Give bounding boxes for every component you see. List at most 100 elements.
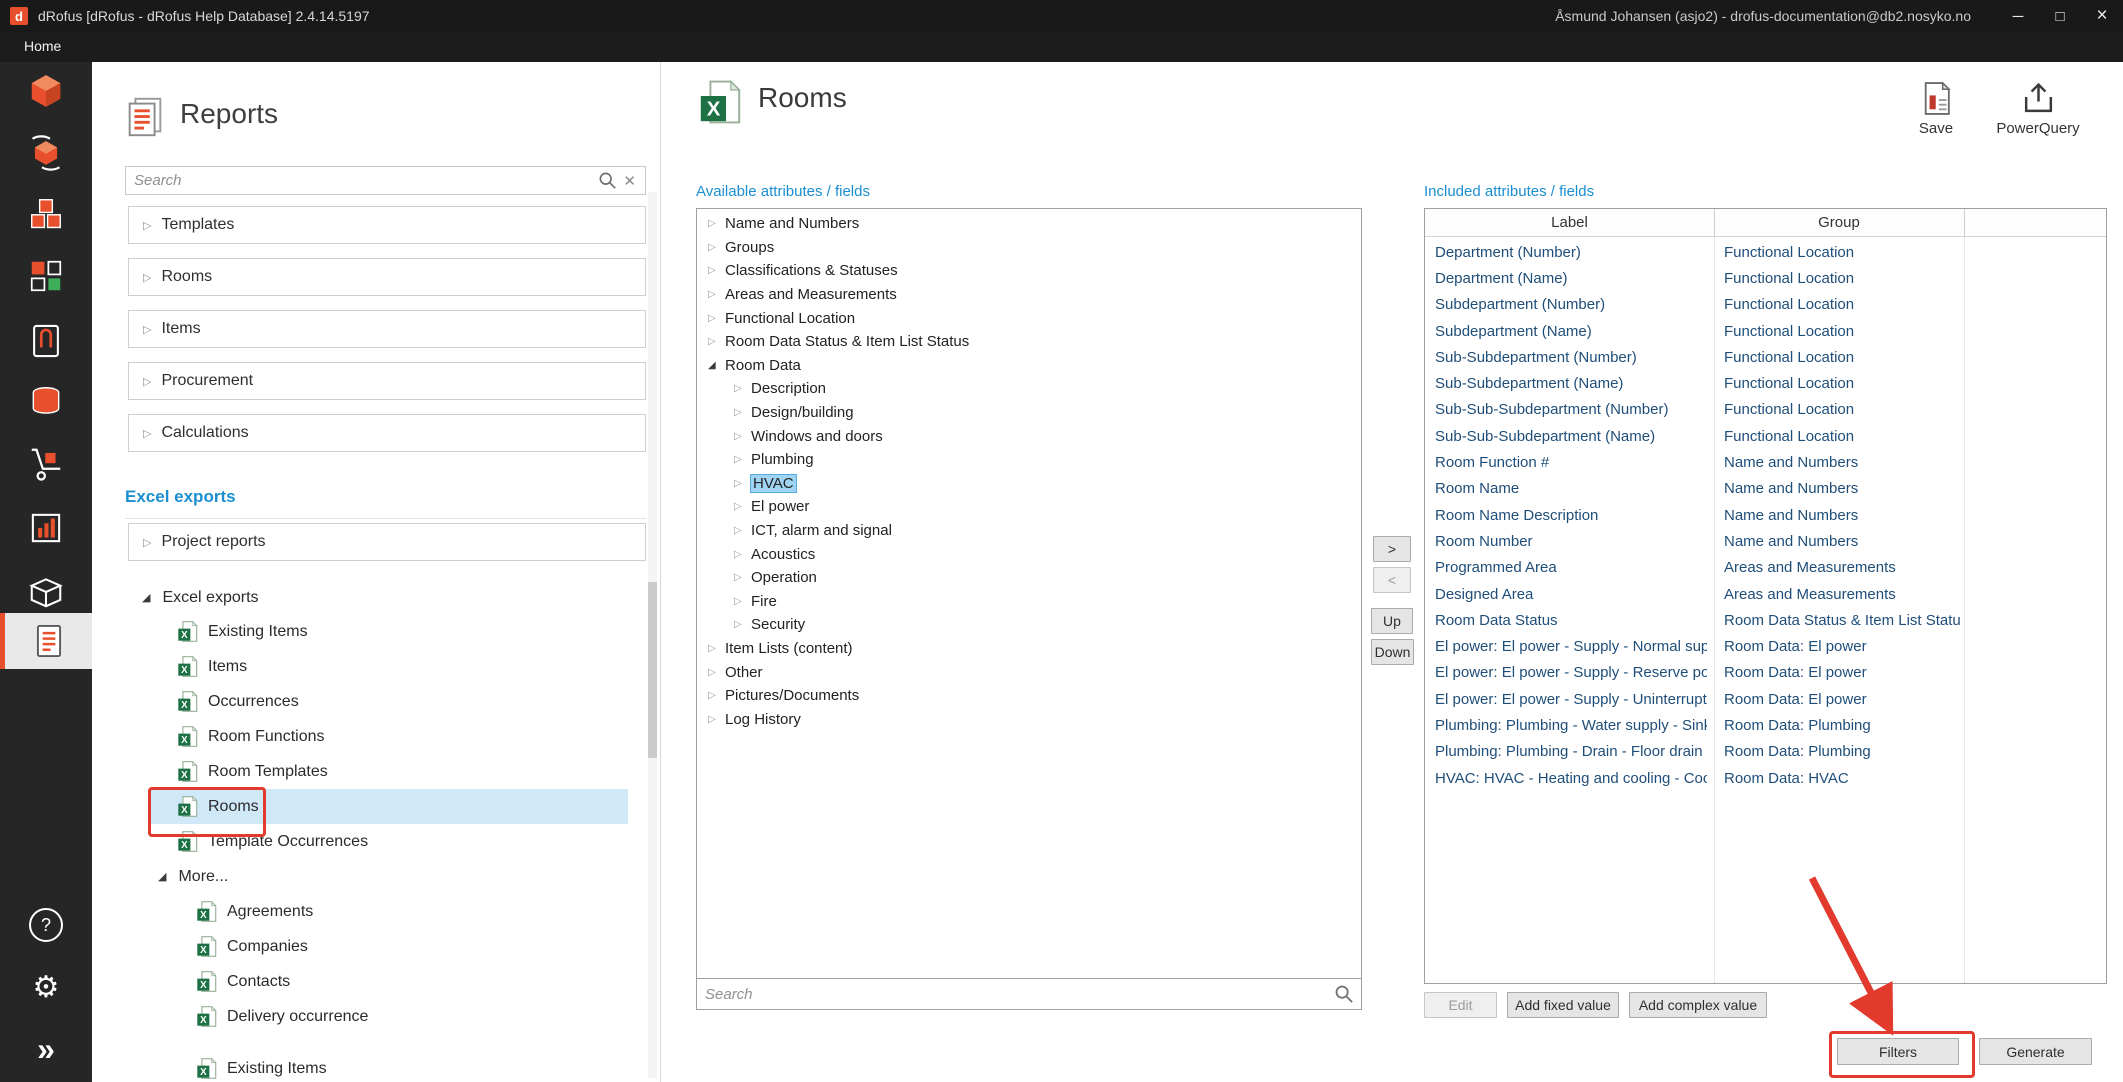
scrollbar-thumb[interactable] xyxy=(648,582,657,758)
included-attribute-row[interactable]: Department (Number)Functional Location xyxy=(1425,239,2106,265)
cube-icon[interactable] xyxy=(0,65,92,117)
add-attribute-button[interactable]: > xyxy=(1373,536,1411,562)
included-attribute-row[interactable]: Sub-Sub-Subdepartment (Number)Functional… xyxy=(1425,397,2106,423)
included-attribute-row[interactable]: El power: El power - Supply - Normal sup… xyxy=(1425,633,2106,659)
filters-button[interactable]: Filters xyxy=(1837,1038,1959,1065)
included-attribute-row[interactable]: El power: El power - Supply - Uninterrup… xyxy=(1425,686,2106,712)
included-attribute-row[interactable]: Sub-Subdepartment (Number)Functional Loc… xyxy=(1425,344,2106,370)
section-procurement[interactable]: ▷Procurement xyxy=(128,362,646,400)
collapse-triangle-icon[interactable]: ▷ xyxy=(734,407,751,418)
move-down-button[interactable]: Down xyxy=(1371,639,1414,665)
expand-triangle-icon[interactable]: ◢ xyxy=(158,870,166,883)
collapse-triangle-icon[interactable]: ▷ xyxy=(734,431,751,442)
export-item-existing-items[interactable]: XExisting Items xyxy=(169,1051,609,1082)
minimize-icon[interactable]: ─ xyxy=(1997,0,2039,32)
collapse-triangle-icon[interactable]: ▷ xyxy=(734,501,751,512)
attachment-icon[interactable] xyxy=(0,315,92,367)
export-item-existing-items[interactable]: XExisting Items xyxy=(150,614,628,649)
export-item-items[interactable]: XItems xyxy=(150,649,628,684)
clear-search-icon[interactable]: ✕ xyxy=(623,172,636,190)
move-up-button[interactable]: Up xyxy=(1371,608,1413,634)
collapse-triangle-icon[interactable]: ▷ xyxy=(708,690,725,701)
expand-triangle-icon[interactable]: ◢ xyxy=(142,591,150,604)
included-attribute-row[interactable]: HVAC: HVAC - Heating and cooling - CooRo… xyxy=(1425,765,2106,791)
report-document-icon[interactable] xyxy=(0,613,92,669)
attribute-node-acoustics[interactable]: ▷Acoustics xyxy=(697,542,1361,566)
collapse-triangle-icon[interactable]: ▷ xyxy=(734,596,751,607)
column-header-label[interactable]: Label xyxy=(1425,209,1714,236)
collapse-triangle-icon[interactable]: ▷ xyxy=(734,383,751,394)
section-templates[interactable]: ▷Templates xyxy=(128,206,646,244)
tree-node-excel-exports[interactable]: ◢ Excel exports xyxy=(92,581,660,614)
attribute-node-name-and-numbers[interactable]: ▷Name and Numbers xyxy=(697,212,1361,236)
attribute-node-el-power[interactable]: ▷El power xyxy=(697,495,1361,519)
collapse-triangle-icon[interactable]: ▷ xyxy=(734,525,751,536)
attributes-search-input[interactable] xyxy=(697,986,1334,1003)
add-fixed-value-button[interactable]: Add fixed value xyxy=(1507,992,1619,1018)
included-attribute-row[interactable]: Sub-Subdepartment (Name)Functional Locat… xyxy=(1425,370,2106,396)
export-item-contacts[interactable]: XContacts xyxy=(169,964,609,999)
collapse-triangle-icon[interactable]: ▷ xyxy=(708,714,725,725)
attribute-node-hvac[interactable]: ▷HVAC xyxy=(697,472,1361,496)
collapse-triangle-icon[interactable]: ▷ xyxy=(734,572,751,583)
attribute-node-room-data[interactable]: ◢Room Data xyxy=(697,354,1361,378)
maximize-icon[interactable]: □ xyxy=(2039,0,2081,32)
close-icon[interactable]: × xyxy=(2081,0,2123,32)
included-attribute-row[interactable]: Designed AreaAreas and Measurements xyxy=(1425,581,2106,607)
section-items[interactable]: ▷Items xyxy=(128,310,646,348)
attribute-node-description[interactable]: ▷Description xyxy=(697,377,1361,401)
collapse-triangle-icon[interactable]: ▷ xyxy=(708,289,725,300)
stacked-boxes-icon[interactable] xyxy=(0,188,92,240)
export-item-occurrences[interactable]: XOccurrences xyxy=(150,684,628,719)
attribute-node-functional-location[interactable]: ▷Functional Location xyxy=(697,306,1361,330)
export-item-companies[interactable]: XCompanies xyxy=(169,929,609,964)
attribute-node-fire[interactable]: ▷Fire xyxy=(697,590,1361,614)
attribute-node-item-lists-content[interactable]: ▷Item Lists (content) xyxy=(697,637,1361,661)
collapse-triangle-icon[interactable]: ▷ xyxy=(708,643,725,654)
section-project-reports[interactable]: ▷ Project reports xyxy=(128,523,646,561)
attribute-node-ict-alarm-and-signal[interactable]: ▷ICT, alarm and signal xyxy=(697,519,1361,543)
included-attribute-row[interactable]: Plumbing: Plumbing - Water supply - Sink… xyxy=(1425,712,2106,738)
add-complex-value-button[interactable]: Add complex value xyxy=(1629,992,1767,1018)
collapse-triangle-icon[interactable]: ▷ xyxy=(708,218,725,229)
column-header-group[interactable]: Group xyxy=(1714,209,1964,236)
attribute-node-areas-and-measurements[interactable]: ▷Areas and Measurements xyxy=(697,283,1361,307)
attribute-node-groups[interactable]: ▷Groups xyxy=(697,236,1361,260)
attribute-node-other[interactable]: ▷Other xyxy=(697,660,1361,684)
included-attribute-row[interactable]: Room Name DescriptionName and Numbers xyxy=(1425,502,2106,528)
export-item-room-templates[interactable]: XRoom Templates xyxy=(150,754,628,789)
included-attribute-row[interactable]: Subdepartment (Number)Functional Locatio… xyxy=(1425,292,2106,318)
powerquery-button[interactable]: PowerQuery xyxy=(1993,80,2083,137)
reports-search-input[interactable] xyxy=(126,172,598,189)
save-button[interactable]: Save xyxy=(1901,80,1971,137)
reports-scrollbar[interactable] xyxy=(648,192,657,1078)
export-item-rooms[interactable]: XRooms xyxy=(150,789,628,824)
included-attribute-row[interactable]: Room Function #Name and Numbers xyxy=(1425,449,2106,475)
attribute-node-pictures-documents[interactable]: ▷Pictures/Documents xyxy=(697,684,1361,708)
expand-triangle-icon[interactable]: ◢ xyxy=(708,360,725,371)
help-icon[interactable]: ? xyxy=(0,903,92,947)
attributes-search[interactable] xyxy=(697,978,1361,1009)
trolley-icon[interactable] xyxy=(0,438,92,490)
tree-node-more[interactable]: ◢ More... xyxy=(92,859,660,894)
included-attribute-row[interactable]: Plumbing: Plumbing - Drain - Floor drain… xyxy=(1425,739,2106,765)
collapse-triangle-icon[interactable]: ▷ xyxy=(734,478,751,489)
collapse-triangle-icon[interactable]: ▷ xyxy=(708,242,725,253)
attribute-node-room-data-status-item-list-status[interactable]: ▷Room Data Status & Item List Status xyxy=(697,330,1361,354)
collapse-triangle-icon[interactable]: ▷ xyxy=(708,667,725,678)
collapse-triangle-icon[interactable]: ▷ xyxy=(708,336,725,347)
included-attribute-row[interactable]: Department (Name)Functional Location xyxy=(1425,265,2106,291)
attribute-node-classifications-statuses[interactable]: ▷Classifications & Statuses xyxy=(697,259,1361,283)
attribute-node-log-history[interactable]: ▷Log History xyxy=(697,707,1361,731)
collapse-triangle-icon[interactable]: ▷ xyxy=(734,454,751,465)
collapse-triangle-icon[interactable]: ▷ xyxy=(734,619,751,630)
included-attribute-row[interactable]: Room NameName and Numbers xyxy=(1425,476,2106,502)
sync-cube-icon[interactable] xyxy=(0,127,92,179)
section-rooms[interactable]: ▷Rooms xyxy=(128,258,646,296)
collapse-triangle-icon[interactable]: ▷ xyxy=(734,549,751,560)
export-item-template-occurrences[interactable]: XTemplate Occurrences xyxy=(150,824,628,859)
edit-button[interactable]: Edit xyxy=(1424,992,1497,1018)
section-calculations[interactable]: ▷Calculations xyxy=(128,414,646,452)
included-attribute-row[interactable]: Programmed AreaAreas and Measurements xyxy=(1425,555,2106,581)
attribute-node-design-building[interactable]: ▷Design/building xyxy=(697,401,1361,425)
